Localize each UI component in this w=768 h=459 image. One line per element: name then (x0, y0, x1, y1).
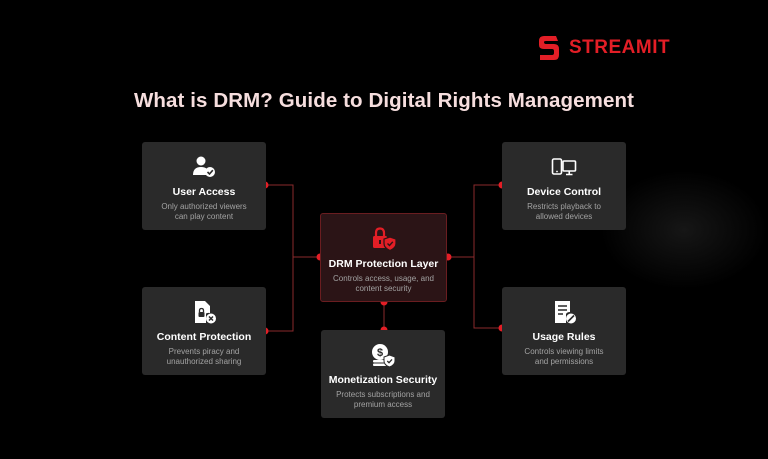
infographic: STREAMIT What is DRM? Guide to Digital R… (0, 0, 768, 459)
devices-icon (551, 158, 577, 176)
connector-content-protection (265, 256, 320, 332)
document-rules-icon (555, 301, 576, 324)
coins-shield-icon: $ (372, 344, 396, 368)
node-heading: DRM Protection Layer (328, 258, 439, 270)
node-heading: Device Control (526, 186, 602, 198)
padlock-shield-icon (372, 227, 397, 252)
connector-user-access (265, 184, 320, 258)
connector-device-control (448, 184, 502, 258)
node-device-control: Device Control Restricts playback to all… (502, 142, 626, 230)
node-heading: Monetization Security (328, 374, 438, 386)
node-user-access: User Access Only authorized viewers can … (142, 142, 266, 230)
node-heading: User Access (172, 186, 236, 198)
node-usage-rules: Usage Rules Controls viewing limits and … (502, 287, 626, 375)
user-check-icon (193, 156, 215, 177)
node-drm-protection-layer: DRM Protection Layer Controls access, us… (320, 213, 447, 302)
connector-usage-rules (448, 256, 502, 329)
node-description: Prevents piracy and unauthorized sharing (166, 347, 242, 366)
node-description: Controls access, usage, and content secu… (333, 274, 434, 293)
node-description: Only authorized viewers can play content (161, 202, 247, 221)
node-monetization-security: $ Monetization Security Protects subscri… (321, 330, 445, 418)
node-description: Controls viewing limits and permissions (524, 347, 604, 366)
node-heading: Usage Rules (532, 331, 596, 343)
locked-file-icon (195, 301, 216, 324)
node-description: Restricts playback to allowed devices (527, 202, 601, 221)
svg-text:$: $ (377, 347, 383, 359)
node-content-protection: Content Protection Prevents piracy and u… (142, 287, 266, 375)
node-heading: Content Protection (156, 331, 252, 343)
node-description: Protects subscriptions and premium acces… (336, 390, 430, 409)
